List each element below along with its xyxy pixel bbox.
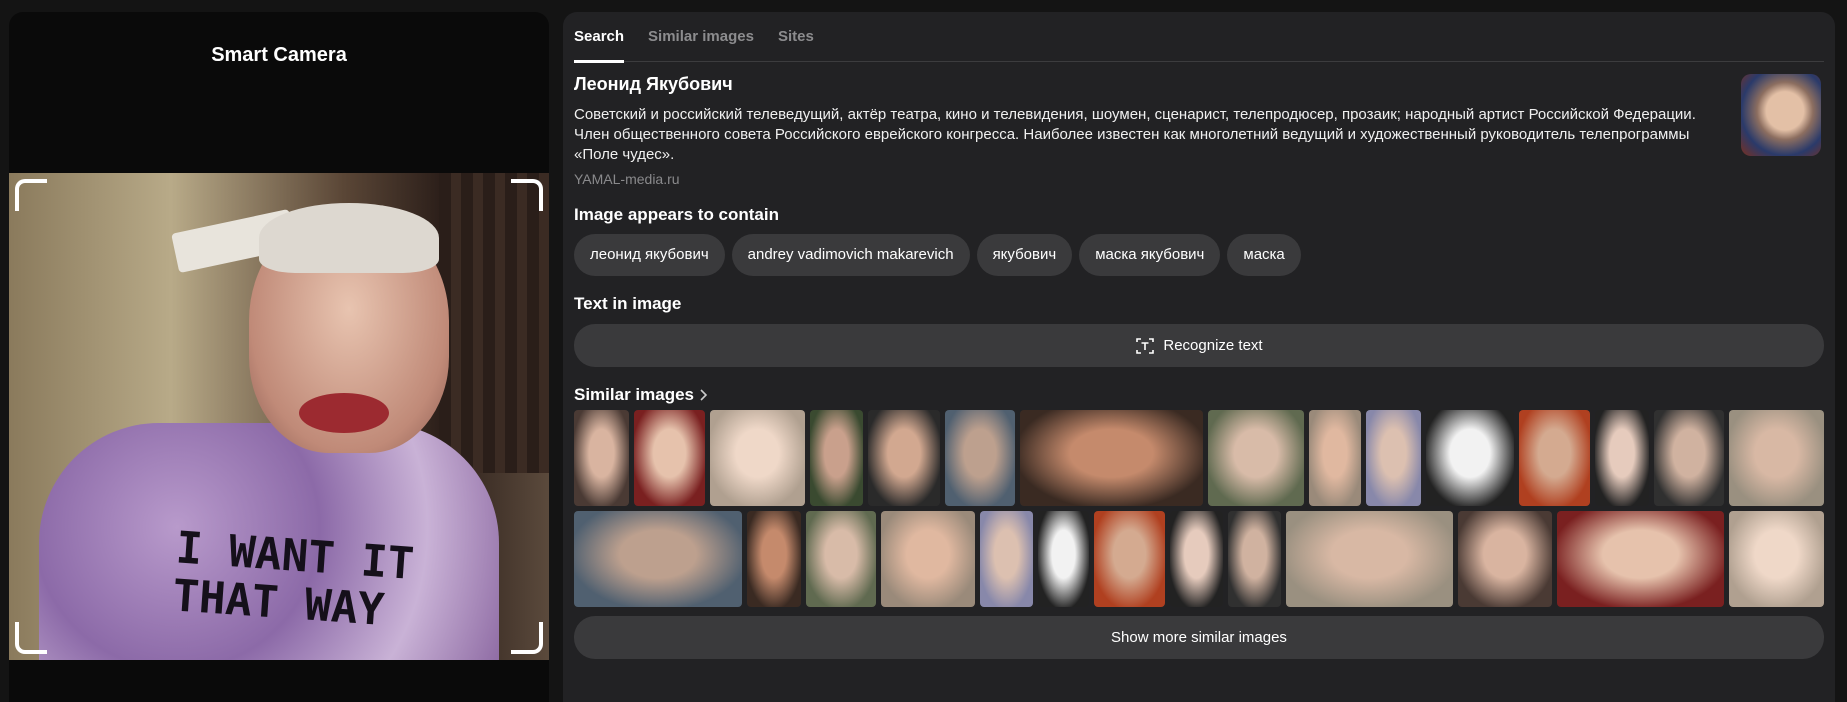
similar-image-thumbnail[interactable] — [634, 410, 705, 506]
similar-image-thumbnail[interactable] — [709, 410, 805, 506]
similar-image-thumbnail[interactable] — [1169, 511, 1223, 607]
similar-image-thumbnail[interactable] — [1227, 511, 1281, 607]
show-more-similar-button[interactable]: Show more similar images — [574, 616, 1824, 659]
similar-image-thumbnail[interactable] — [1518, 410, 1591, 506]
similar-image-thumbnail[interactable] — [574, 410, 630, 506]
similar-images-row — [574, 410, 1824, 506]
tab-search[interactable]: Search — [574, 12, 625, 63]
frame-corner-icon — [15, 622, 47, 654]
similar-image-thumbnail[interactable] — [1728, 410, 1824, 506]
chevron-right-icon — [700, 389, 708, 401]
entity-source-link[interactable]: YAMAL-media.ru — [574, 171, 1714, 187]
similar-images-link[interactable]: Similar images — [574, 385, 1824, 405]
lips — [299, 393, 389, 433]
similar-image-thumbnail[interactable] — [1595, 410, 1650, 506]
tab-sites[interactable]: Sites — [778, 12, 814, 62]
similar-image-thumbnail[interactable] — [1020, 410, 1204, 506]
frame-corner-icon — [511, 179, 543, 211]
entity-description: Советский и российский телеведущий, актё… — [574, 106, 1696, 163]
tag-chips: леонид якубович andrey vadimovich makare… — [574, 234, 1824, 276]
recognize-text-button[interactable]: Recognize text — [574, 324, 1824, 367]
entity-photo[interactable] — [1741, 74, 1821, 156]
entity-name[interactable]: Леонид Якубович — [574, 74, 1714, 95]
text-in-image-heading: Text in image — [574, 294, 682, 313]
similar-image-thumbnail[interactable] — [880, 511, 975, 607]
similar-image-thumbnail[interactable] — [1556, 511, 1724, 607]
contains-heading: Image appears to contain — [574, 205, 779, 224]
camera-preview[interactable]: I WANT IT THAT WAY — [9, 173, 549, 660]
smart-camera-panel: Smart Camera I WANT IT THAT WAY — [9, 12, 549, 702]
similar-image-thumbnail[interactable] — [979, 511, 1033, 607]
results-panel: Search Similar images Sites Леонид Якубо… — [563, 12, 1835, 702]
similar-image-thumbnail[interactable] — [1457, 511, 1552, 607]
similar-image-thumbnail[interactable] — [574, 511, 743, 607]
curtain — [439, 173, 549, 473]
similar-images-heading: Similar images — [574, 385, 695, 404]
similar-image-thumbnail[interactable] — [1208, 410, 1304, 506]
similar-image-thumbnail[interactable] — [1728, 511, 1825, 607]
tag-chip[interactable]: якубович — [976, 234, 1073, 276]
tag-chip[interactable]: леонид якубович — [574, 234, 725, 276]
similar-image-thumbnail[interactable] — [1654, 410, 1724, 506]
similar-image-thumbnail[interactable] — [1308, 410, 1362, 506]
tag-chip[interactable]: маска якубович — [1079, 234, 1221, 276]
camera-title: Smart Camera — [211, 44, 347, 66]
similar-image-thumbnail[interactable] — [1094, 511, 1165, 607]
text-recognition-icon — [1136, 337, 1155, 354]
tab-bar: Search Similar images Sites — [574, 12, 1824, 63]
similar-image-thumbnail[interactable] — [867, 410, 940, 506]
similar-image-thumbnail[interactable] — [747, 511, 802, 607]
frame-corner-icon — [511, 622, 543, 654]
tag-chip[interactable]: маска — [1227, 234, 1301, 276]
similar-image-thumbnail[interactable] — [1366, 410, 1421, 506]
recognize-text-label: Recognize text — [1163, 337, 1263, 354]
hair — [259, 203, 439, 273]
similar-image-thumbnail[interactable] — [1425, 410, 1514, 506]
entity-card: Леонид Якубович Советский и российский т… — [574, 74, 1824, 187]
tab-similar-images[interactable]: Similar images — [648, 12, 754, 62]
similar-image-thumbnail[interactable] — [1037, 511, 1090, 607]
frame-corner-icon — [15, 179, 47, 211]
similar-image-thumbnail[interactable] — [809, 410, 863, 506]
similar-images-row — [574, 511, 1825, 607]
similar-image-thumbnail[interactable] — [1285, 511, 1453, 607]
similar-image-thumbnail[interactable] — [944, 410, 1016, 506]
shirt-text: I WANT IT THAT WAY — [170, 522, 416, 636]
similar-image-thumbnail[interactable] — [806, 511, 876, 607]
tag-chip[interactable]: andrey vadimovich makarevich — [731, 234, 970, 276]
